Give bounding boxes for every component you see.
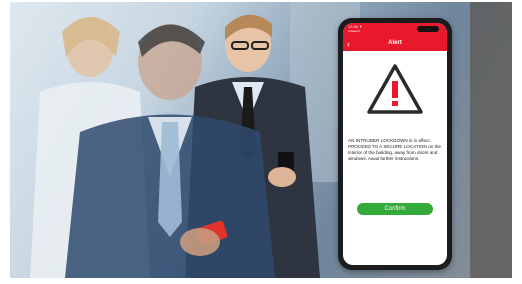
page-title: Alert bbox=[388, 40, 402, 46]
smartphone: 12:34 ✦ ◂ Search ‹ Alert AN INTRUDER LOC… bbox=[338, 18, 452, 270]
status-back-to-search[interactable]: ◂ Search bbox=[348, 29, 360, 33]
camera-notch bbox=[417, 26, 439, 32]
warning-triangle-icon bbox=[367, 64, 423, 114]
status-bar: 12:34 ✦ ◂ Search bbox=[343, 23, 447, 37]
phone-screen: 12:34 ✦ ◂ Search ‹ Alert AN INTRUDER LOC… bbox=[343, 23, 447, 265]
nav-bar: ‹ Alert bbox=[343, 37, 447, 51]
confirm-button[interactable]: Confirm bbox=[357, 203, 433, 215]
alert-message: AN INTRUDER LOCKDOWN is in effect. PROCE… bbox=[348, 138, 441, 161]
